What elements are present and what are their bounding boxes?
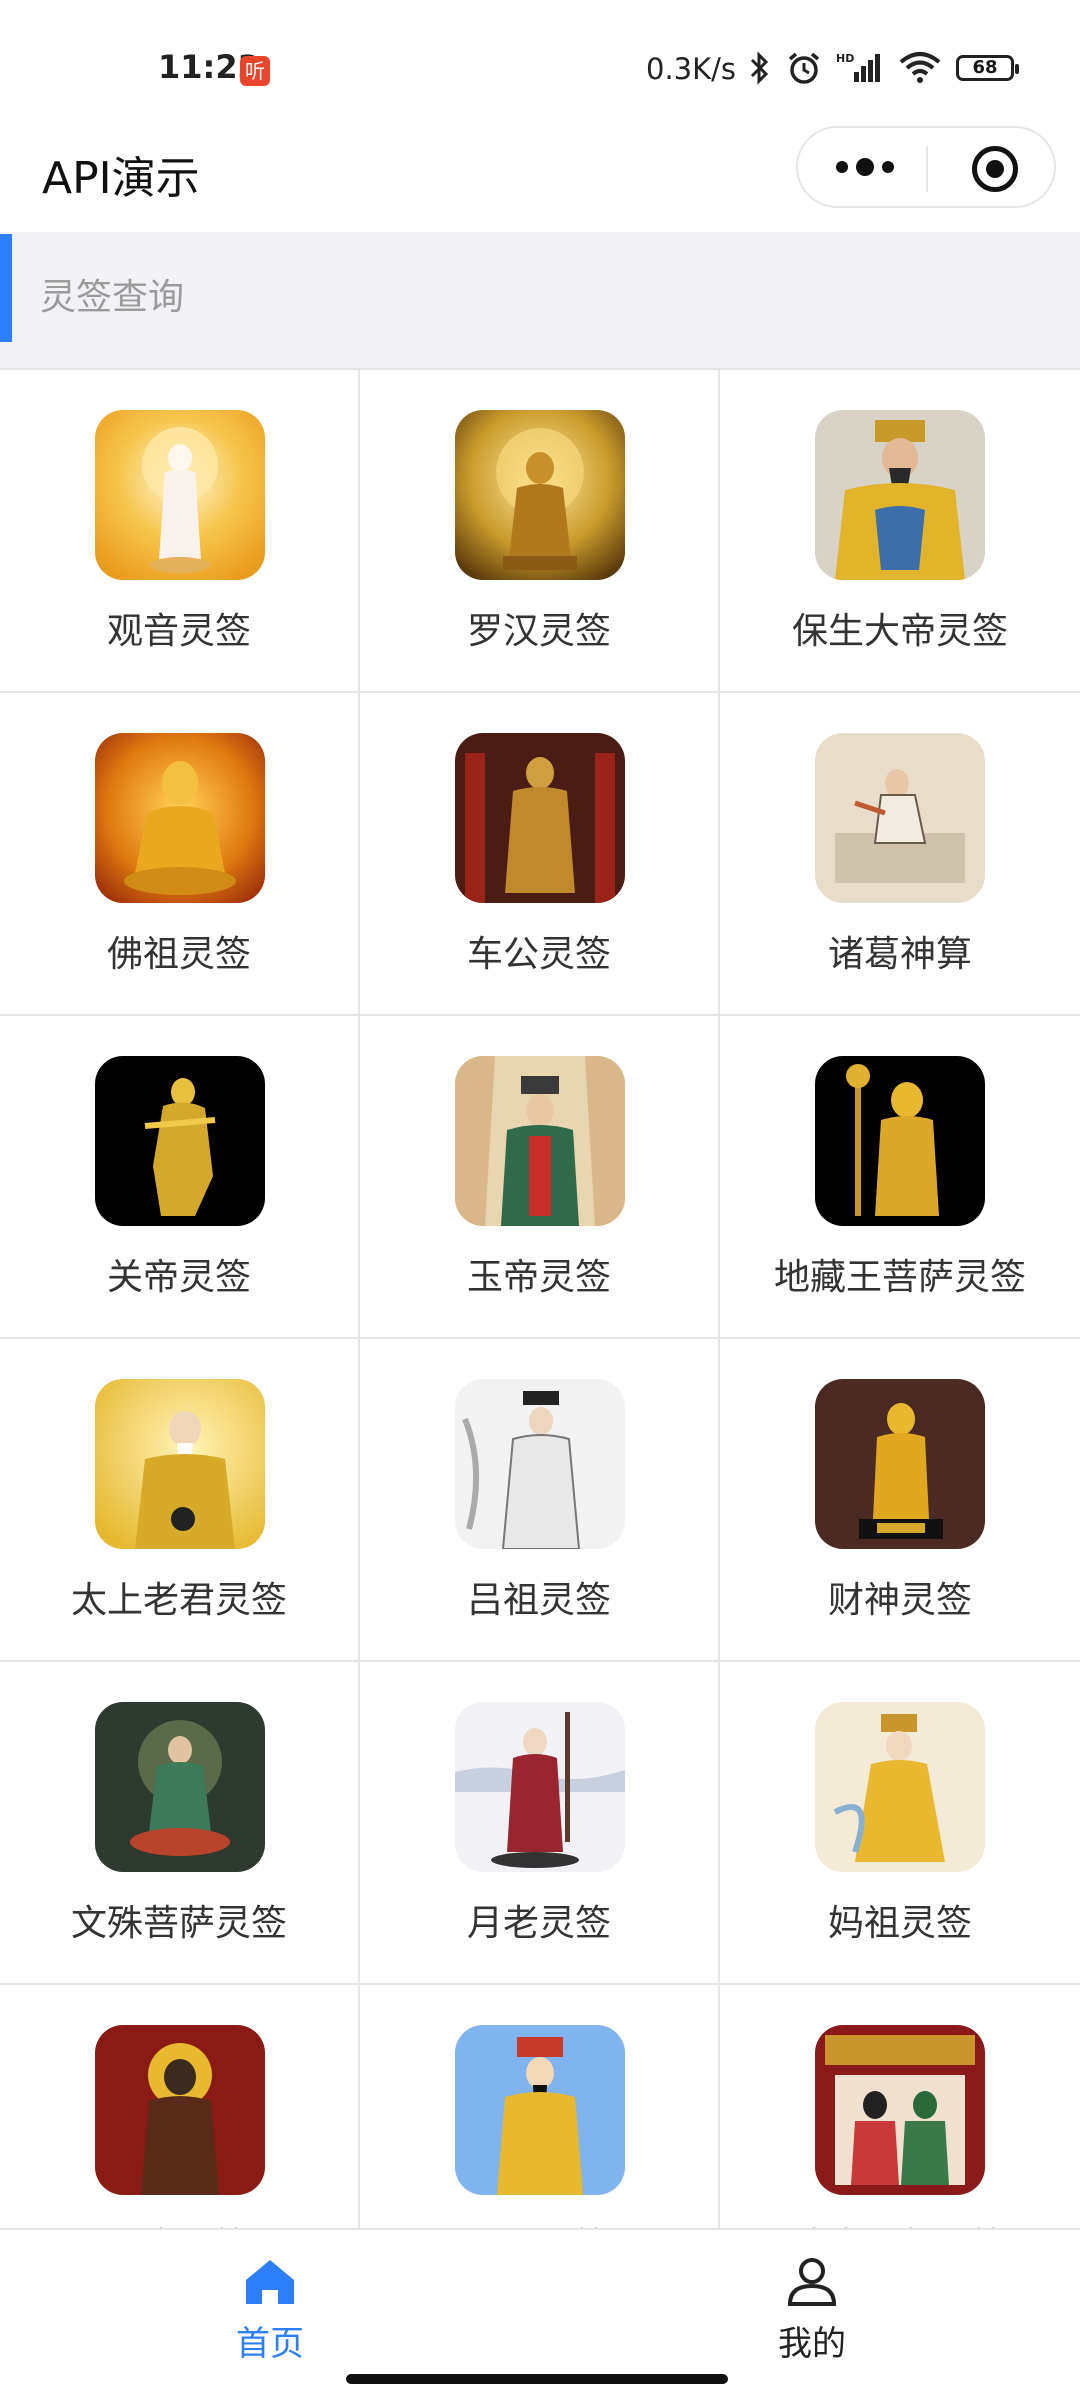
oracle-item-label: 保生大帝灵签 [791,611,1008,652]
section-accent-bar [0,234,12,342]
oracle-item-label: 罗汉灵签 [466,611,611,652]
wenshu-image [95,1702,265,1872]
qingshui-image [815,2025,985,2195]
oracle-item-label: 车公灵签 [466,934,611,975]
lvzu-image [455,1379,625,1549]
oracle-item-tiangong[interactable]: 天公灵签 [360,1985,720,2228]
more-dots-icon[interactable] [836,152,894,182]
oracle-item-label: 观音灵签 [106,611,251,652]
guandi-image [95,1056,265,1226]
oracle-item-label: 北帝灵签 [0,2217,358,2228]
oracle-item-yuelao[interactable]: 月老灵签 [360,1662,720,1985]
oracle-item-label: 诸葛神算 [827,934,972,975]
oracle-item-label: 佛祖灵签 [106,934,251,975]
oracle-item-label: 玉帝灵签 [466,1257,611,1298]
miniprogram-capsule [796,126,1056,208]
home-icon [246,2260,294,2304]
oracle-item-label: 财神灵签 [827,1580,972,1621]
guanyin-image [95,410,265,580]
yuelao-image [455,1702,625,1872]
oracle-item-label: 关帝灵签 [106,1257,251,1298]
oracle-item-baosheng[interactable]: 保生大帝灵签 [720,370,1080,693]
wifi-icon [899,52,941,83]
capsule-divider [926,146,928,192]
oracle-item-label: 文殊菩萨灵签 [70,1903,287,1944]
mazu-image [815,1702,985,1872]
oracle-item-label: 妈祖灵签 [827,1903,972,1944]
oracle-item-label: 天公灵签 [360,2217,718,2228]
oracle-item-qingshui[interactable]: 清水祖师灵签 [720,1985,1080,2228]
nav-bar: API演示 [0,120,1080,232]
status-icons: HD 68 [748,48,1019,88]
alarm-icon [788,52,820,84]
oracle-item-label: 地藏王菩萨灵签 [773,1257,1026,1298]
beidi-image [95,2025,265,2195]
luohan-image [455,410,625,580]
oracle-item-taishang[interactable]: 太上老君灵签 [0,1339,360,1662]
network-speed: 0.3K/s [646,52,737,86]
oracle-item-mazu[interactable]: 妈祖灵签 [720,1662,1080,1985]
oracle-item-label: 月老灵签 [466,1903,611,1944]
oracle-item-label: 吕祖灵签 [466,1580,611,1621]
oracle-item-chegong[interactable]: 车公灵签 [360,693,720,1016]
taishang-image [95,1379,265,1549]
oracle-item-beidi[interactable]: 北帝灵签 [0,1985,360,2228]
oracle-item-dizang[interactable]: 地藏王菩萨灵签 [720,1016,1080,1339]
home-indicator[interactable] [346,2374,728,2384]
tab-home-label: 首页 [236,2324,304,2364]
oracle-item-caishen[interactable]: 财神灵签 [720,1339,1080,1662]
caishen-image [815,1379,985,1549]
chegong-image [455,733,625,903]
oracle-item-guandi[interactable]: 关帝灵签 [0,1016,360,1339]
tab-home[interactable]: 首页 [200,2250,340,2364]
target-close-icon[interactable] [972,146,1018,192]
dizang-image [815,1056,985,1226]
oracle-item-wenshu[interactable]: 文殊菩萨灵签 [0,1662,360,1985]
oracle-item-label: 清水祖师灵签 [720,2217,1080,2228]
section-header: 灵签查询 [0,232,1080,368]
signal-icon: HD [836,52,880,82]
oracle-item-guanyin[interactable]: 观音灵签 [0,370,360,693]
listen-app-badge: 听 [240,56,270,86]
tab-mine-label: 我的 [778,2324,846,2364]
oracle-item-fozu[interactable]: 佛祖灵签 [0,693,360,1016]
oracle-item-label: 太上老君灵签 [70,1580,287,1621]
tiangong-image [455,2025,625,2195]
page-title: API演示 [42,153,200,204]
battery-icon: 68 [956,55,1019,81]
baosheng-image [815,410,985,580]
zhuge-image [815,733,985,903]
oracle-item-zhuge[interactable]: 诸葛神算 [720,693,1080,1016]
oracle-item-luohan[interactable]: 罗汉灵签 [360,370,720,693]
oracle-grid: 观音灵签 罗汉灵签 保生大帝灵签 佛祖灵签 车公灵签 诸葛神算 关帝灵签 玉帝灵… [0,368,1080,2228]
yudi-image [455,1056,625,1226]
bluetooth-icon [750,51,769,85]
oracle-item-lvzu[interactable]: 吕祖灵签 [360,1339,720,1662]
status-bar: 11:23 听 0.3K/s HD 68 [0,0,1080,140]
oracle-item-yudi[interactable]: 玉帝灵签 [360,1016,720,1339]
tab-mine[interactable]: 我的 [742,2250,882,2364]
section-title: 灵签查询 [40,277,185,318]
user-icon [787,2258,837,2306]
svg-text:HD: HD [836,52,854,65]
fozu-image [95,733,265,903]
